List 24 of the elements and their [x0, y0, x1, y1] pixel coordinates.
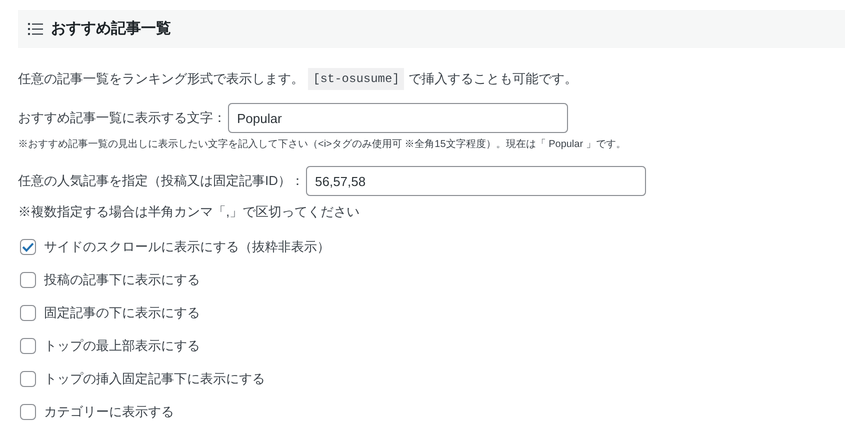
field-note: ※複数指定する場合は半角カンマ「,」で区切ってください [18, 203, 361, 221]
checkbox-label: トップの最上部表示にする [44, 337, 200, 356]
checkbox[interactable] [20, 371, 36, 387]
field-label: 任意の人気記事を指定（投稿又は固定記事ID）： [18, 172, 304, 190]
field-label: おすすめ記事一覧に表示する文字： [18, 109, 226, 128]
section-title: おすすめ記事一覧 [51, 18, 171, 39]
checkbox-label: 投稿の記事下に表示にする [44, 271, 200, 290]
intro-text: で挿入することも可能です。 [408, 70, 578, 88]
checkbox-label: トップの挿入固定記事下に表示にする [44, 370, 265, 388]
text-input[interactable]: 56,57,58 [306, 166, 646, 196]
list-icon [28, 22, 43, 36]
shortcode: [st-osusume] [308, 68, 404, 90]
checkbox[interactable] [20, 404, 36, 420]
field-note: ※おすすめ記事一覧の見出しに表示したい文字を記入して下さい（<i>タグのみ使用可 ※全角15文字程度）。現在は「 Popular 」です。 [18, 138, 627, 152]
check-icon [22, 242, 34, 252]
checkbox-label: カテゴリーに表示する [44, 403, 174, 421]
checkbox-label: 固定記事の下に表示にする [44, 304, 200, 322]
checkbox-label: サイドのスクロールに表示にする（抜粋非表示） [44, 238, 330, 256]
checkbox[interactable] [20, 338, 36, 354]
text-input[interactable]: Popular [228, 103, 568, 133]
checkbox[interactable] [20, 272, 36, 288]
checkbox[interactable] [20, 305, 36, 321]
intro-text: 任意の記事一覧をランキング形式で表示します。 [18, 70, 304, 88]
checkbox[interactable] [20, 239, 36, 255]
